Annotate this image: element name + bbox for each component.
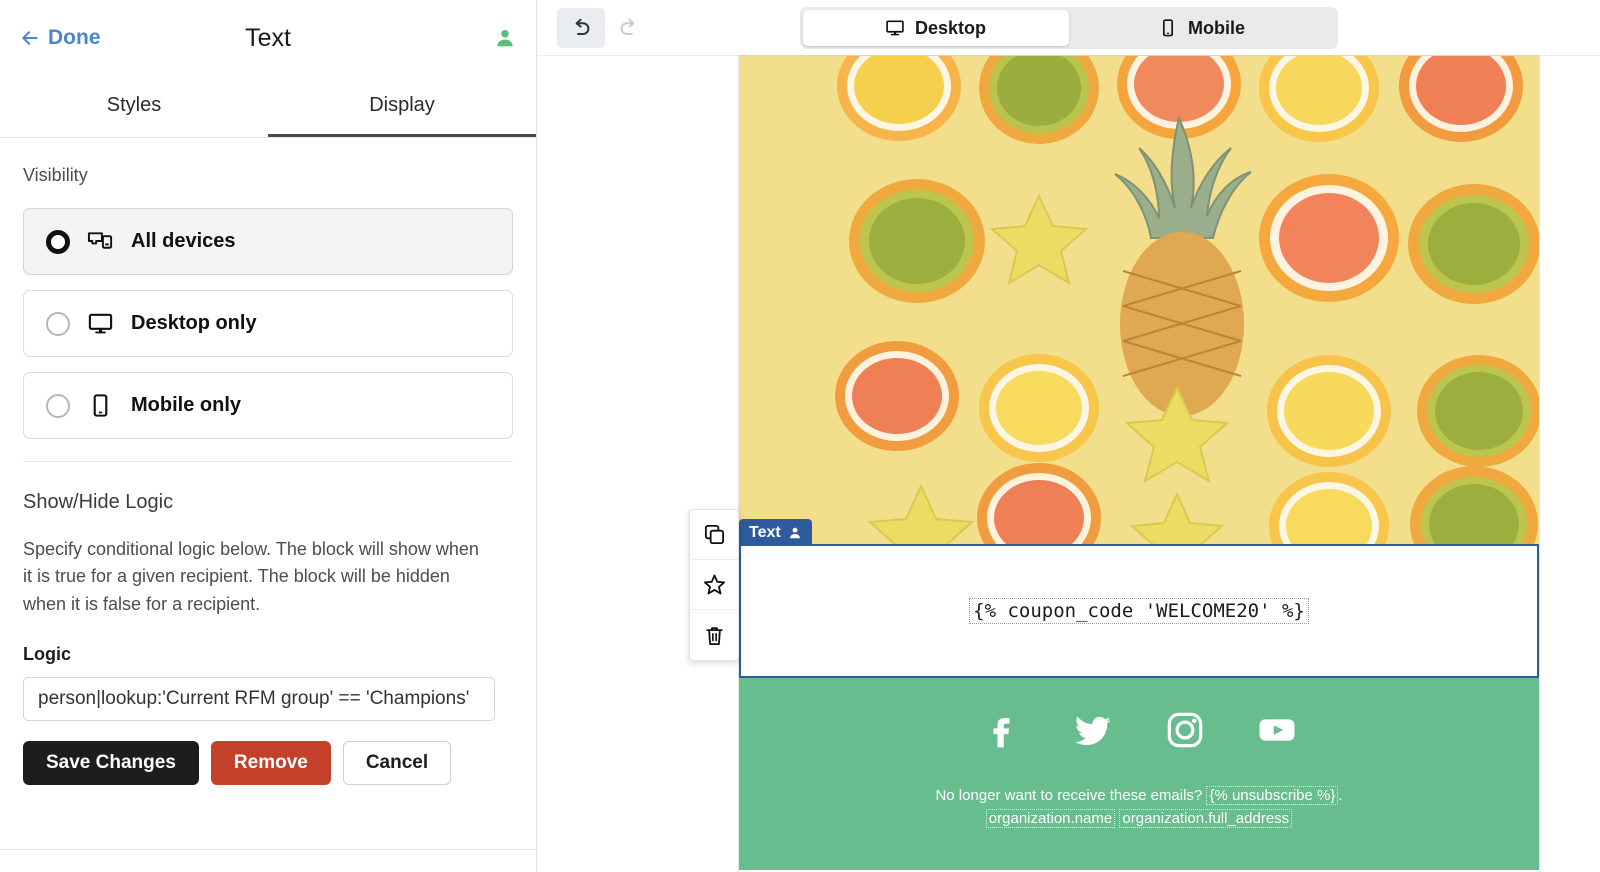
preview-mode-desktop[interactable]: Desktop	[802, 10, 1069, 46]
email-editor: Done Text Styles Display Visibility All …	[0, 0, 1600, 872]
tab-display[interactable]: Display	[268, 76, 536, 138]
visibility-label-mobile-only: Mobile only	[131, 394, 241, 416]
logic-field-label: Logic	[23, 644, 71, 665]
tab-styles-label: Styles	[106, 93, 162, 116]
instagram-icon[interactable]	[1165, 710, 1205, 750]
logic-input[interactable]	[23, 677, 495, 722]
preview-mode-desktop-label: Desktop	[914, 17, 986, 38]
trash-icon	[705, 626, 723, 645]
footer-org-line: organization.name organization.full_addr…	[935, 807, 1342, 830]
email-footer: No longer want to receive these emails? …	[739, 678, 1539, 870]
radio-mobile-only[interactable]	[46, 393, 70, 418]
redo-button	[605, 7, 653, 48]
delete-block-button[interactable]	[690, 610, 738, 660]
preview-mode-mobile-label: Mobile	[1188, 17, 1245, 38]
footer-unsubscribe-text: No longer want to receive these emails?	[935, 787, 1207, 804]
selected-text-block[interactable]: Text {% coupon_code 'WELCOME20' %}	[739, 519, 1539, 678]
done-label: Done	[48, 26, 101, 49]
copy-icon	[704, 524, 724, 545]
block-badge-label: Text	[749, 523, 781, 541]
tab-styles[interactable]: Styles	[0, 76, 268, 138]
panel-tabs: Styles Display	[0, 76, 536, 138]
mobile-icon	[93, 394, 108, 417]
panel-footer-divider	[0, 849, 536, 850]
visibility-option-all-devices[interactable]: All devices	[23, 208, 513, 275]
person-icon	[789, 527, 800, 538]
footer-text: No longer want to receive these emails? …	[935, 784, 1343, 831]
twitter-icon[interactable]	[1073, 710, 1113, 750]
logic-section: Show/Hide Logic Specify conditional logi…	[0, 462, 536, 809]
org-address-merge-tag[interactable]: organization.full_address	[1119, 809, 1293, 829]
save-changes-button[interactable]: Save Changes	[23, 741, 199, 786]
facebook-icon[interactable]	[981, 710, 1021, 750]
logic-heading: Show/Hide Logic	[23, 491, 174, 513]
preview-mode-switch: Desktop Mobile	[799, 7, 1338, 49]
youtube-icon[interactable]	[1257, 710, 1297, 750]
hero-illustration	[739, 56, 1539, 544]
preview-stage: Desktop Mobile Text {% coupon_code 'WELC…	[537, 0, 1600, 872]
logic-actions: Save Changes Remove Cancel	[23, 741, 513, 809]
email-preview: Text {% coupon_code 'WELCOME20' %} No lo…	[739, 56, 1539, 872]
footer-period: .	[1338, 787, 1343, 804]
visibility-option-desktop-only[interactable]: Desktop only	[23, 290, 513, 357]
settings-panel: Done Text Styles Display Visibility All …	[0, 0, 537, 872]
preview-mode-mobile[interactable]: Mobile	[1069, 10, 1335, 46]
visibility-label: Visibility	[23, 165, 88, 185]
block-action-toolbar	[689, 509, 739, 661]
desktop-icon	[886, 20, 904, 36]
star-icon	[703, 574, 725, 595]
visibility-option-mobile-only[interactable]: Mobile only	[23, 372, 513, 439]
radio-desktop-only[interactable]	[46, 311, 70, 336]
devices-icon	[87, 232, 113, 249]
cancel-button[interactable]: Cancel	[342, 741, 452, 786]
duplicate-block-button[interactable]	[690, 510, 738, 560]
social-links	[981, 710, 1297, 750]
editor-toolbar: Desktop Mobile	[537, 0, 1600, 56]
favorite-block-button[interactable]	[690, 560, 738, 610]
remove-button[interactable]: Remove	[210, 741, 331, 786]
redo-icon	[620, 18, 635, 35]
tab-display-label: Display	[369, 93, 435, 116]
mobile-icon	[1163, 19, 1173, 37]
org-name-merge-tag[interactable]: organization.name	[985, 809, 1116, 829]
undo-button[interactable]	[557, 7, 605, 48]
block-badge[interactable]: Text	[739, 519, 812, 546]
logic-description: Specify conditional logic below. The blo…	[23, 539, 479, 614]
visibility-section: Visibility All devices Desktop only Mobi…	[0, 138, 536, 462]
unsubscribe-merge-tag[interactable]: {% unsubscribe %}	[1206, 786, 1339, 805]
visibility-label-all-devices: All devices	[131, 230, 236, 252]
radio-all-devices[interactable]	[46, 229, 70, 254]
person-icon[interactable]	[494, 27, 516, 49]
desktop-icon	[88, 313, 113, 334]
arrow-left-icon	[22, 31, 38, 45]
hero-image[interactable]	[739, 56, 1539, 544]
panel-header: Done Text	[0, 0, 536, 76]
done-button[interactable]: Done	[20, 26, 101, 50]
visibility-label-desktop-only: Desktop only	[131, 312, 257, 334]
footer-unsubscribe-line: No longer want to receive these emails? …	[935, 784, 1343, 807]
coupon-code-tag[interactable]: {% coupon_code 'WELCOME20' %}	[969, 598, 1309, 624]
undo-icon	[575, 18, 590, 35]
